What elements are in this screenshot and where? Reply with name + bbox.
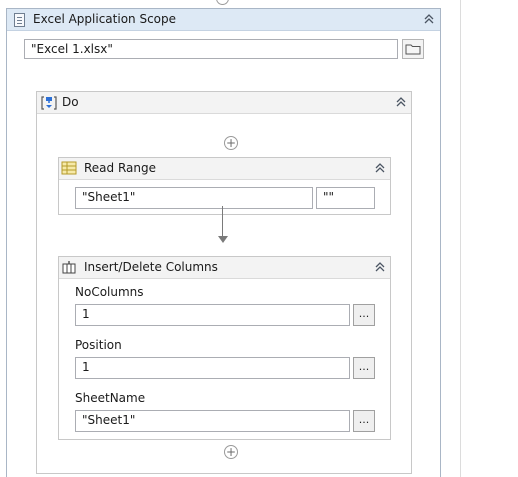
workbook-path-input[interactable]: "Excel 1.xlsx" [24, 39, 398, 59]
position-input[interactable]: 1 [75, 357, 350, 379]
read-range-header[interactable]: Read Range [59, 158, 390, 180]
add-activity-top-icon[interactable] [216, 0, 229, 5]
no-columns-label: NoColumns [75, 285, 144, 299]
scope-title: Excel Application Scope [33, 12, 177, 26]
collapse-read-range-icon[interactable] [373, 162, 387, 176]
read-range-icon [61, 161, 77, 175]
no-columns-browse-button[interactable]: ... [353, 304, 375, 326]
collapse-scope-icon[interactable] [422, 13, 436, 27]
flow-arrow-icon [218, 236, 228, 243]
insert-columns-icon [62, 261, 76, 274]
do-sequence[interactable]: Do + Read Range "Sheet1" "" Insert/Delet… [36, 91, 412, 474]
sheet-name-input[interactable]: "Sheet1" [75, 410, 350, 432]
scope-header[interactable]: Excel Application Scope [7, 9, 440, 31]
insert-delete-columns-title: Insert/Delete Columns [84, 260, 218, 274]
add-activity-bottom-icon[interactable]: + [224, 445, 238, 459]
sheet-name-browse-button[interactable]: ... [353, 410, 375, 432]
sheet-name-label: SheetName [75, 391, 146, 405]
collapse-insert-delete-icon[interactable] [373, 261, 387, 275]
folder-icon [405, 44, 421, 55]
position-browse-button[interactable]: ... [353, 357, 375, 379]
read-range-title: Read Range [84, 161, 156, 175]
flow-connector [222, 206, 223, 238]
sequence-icon [41, 96, 57, 110]
read-range-activity[interactable]: Read Range "Sheet1" "" [58, 157, 391, 215]
read-range-range-input[interactable]: "" [316, 187, 375, 209]
do-header[interactable]: Do [37, 92, 411, 114]
insert-delete-columns-activity[interactable]: Insert/Delete Columns NoColumns 1 ... Po… [58, 256, 391, 440]
position-label: Position [75, 338, 122, 352]
browse-folder-button[interactable] [402, 39, 424, 59]
no-columns-input[interactable]: 1 [75, 304, 350, 326]
read-range-sheet-input[interactable]: "Sheet1" [75, 187, 313, 209]
do-title: Do [62, 95, 79, 109]
panel-divider [460, 0, 461, 477]
collapse-do-icon[interactable] [394, 96, 408, 110]
insert-delete-columns-header[interactable]: Insert/Delete Columns [59, 257, 390, 279]
add-activity-icon[interactable]: + [224, 136, 238, 150]
excel-scope-icon [14, 13, 25, 27]
